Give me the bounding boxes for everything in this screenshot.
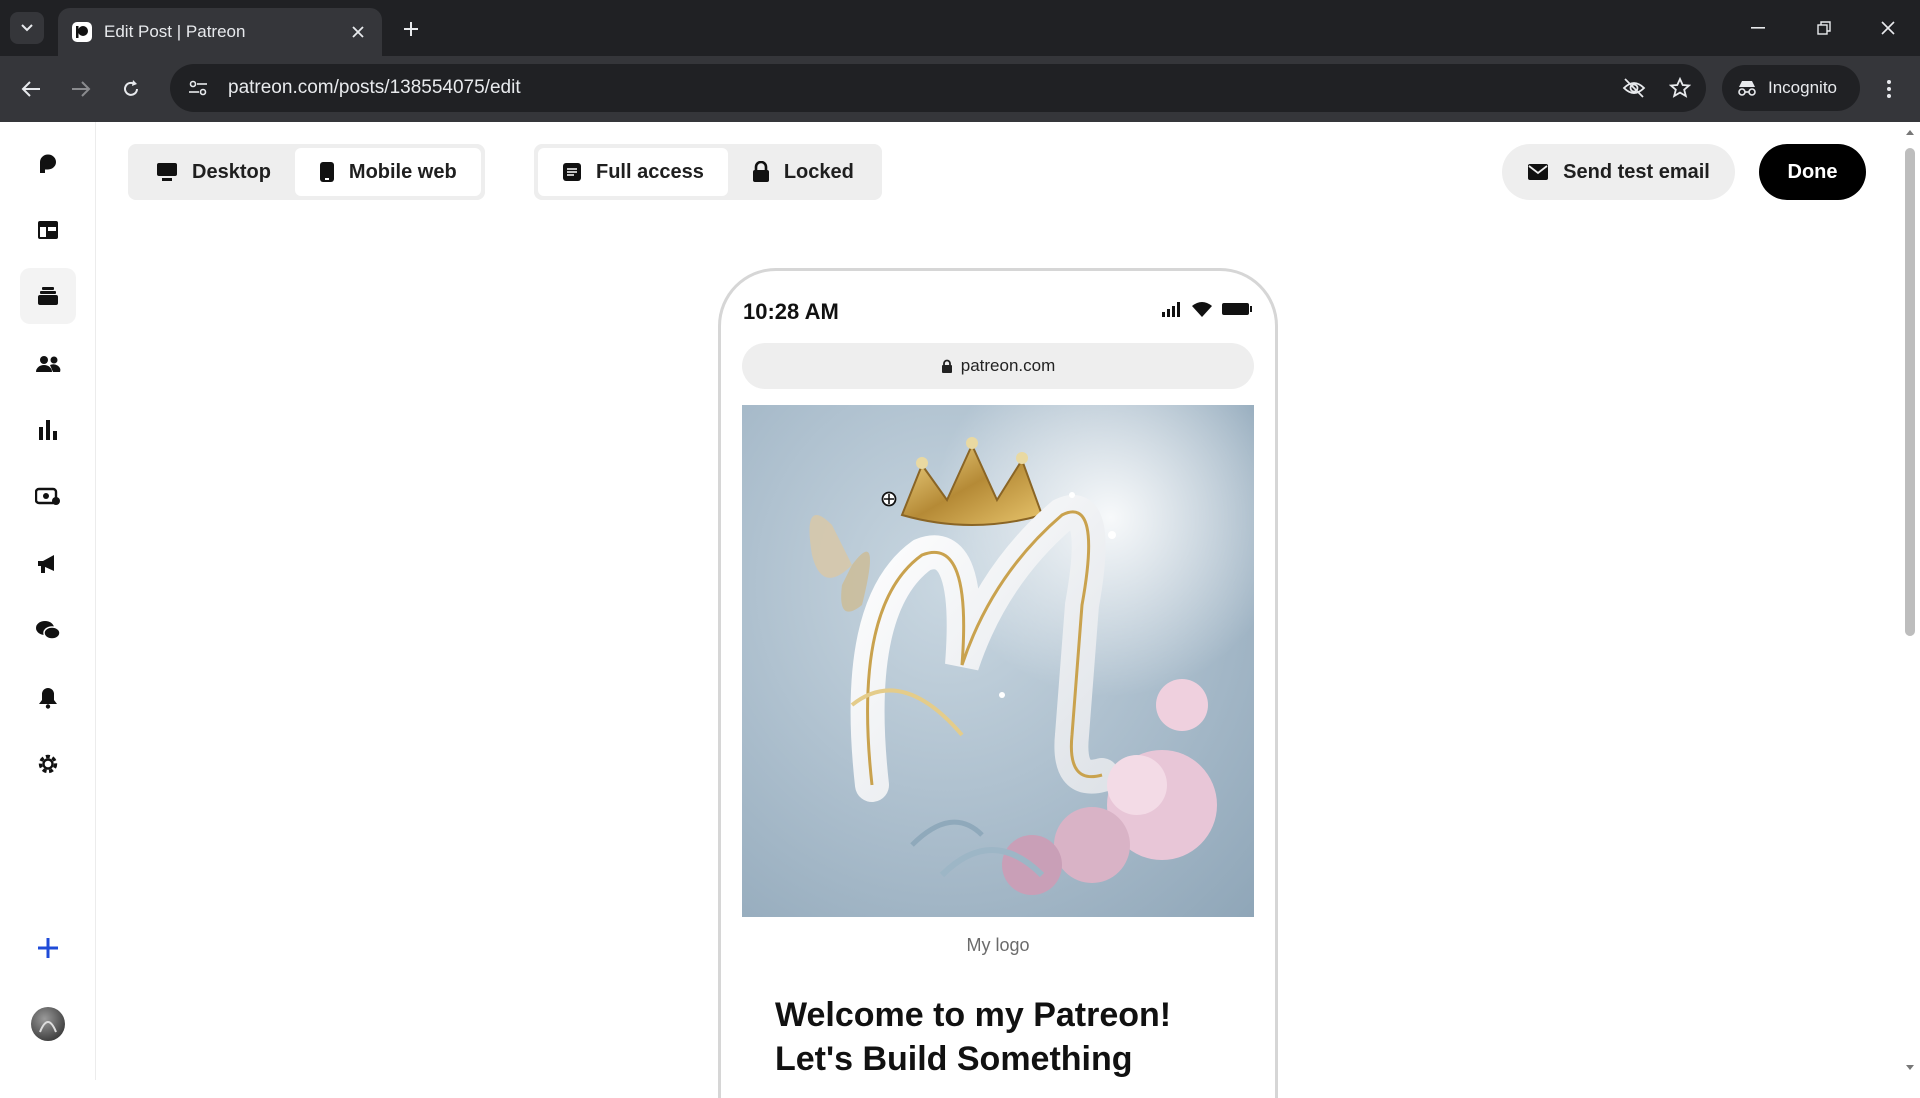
post-title-line-1: Welcome to my Patreon! [775,996,1172,1034]
close-window-icon[interactable] [1868,10,1908,46]
post-title: Welcome to my Patreon! Let's Build Somet… [775,993,1235,1081]
status-time: 10:28 AM [743,299,839,324]
access-mode-toggle: Full access Locked [534,144,882,200]
post-title-line-2: Let's Build Something [775,1040,1133,1078]
preview-domain: patreon.com [960,356,1056,375]
desktop-view-label: Desktop [192,160,271,183]
tab-search-button[interactable] [10,12,44,44]
mobile-web-view-button[interactable]: Mobile web [294,148,481,196]
patreon-favicon-icon [72,22,92,42]
send-test-email-label: Send test email [1563,160,1710,183]
lock-icon [752,161,770,183]
desktop-view-button[interactable]: Desktop [132,148,295,196]
mail-icon [1527,163,1549,181]
tab-title: Edit Post | Patreon [104,22,246,41]
locked-label: Locked [783,160,854,183]
battery-icon [1222,303,1252,315]
post-hero-image[interactable] [742,405,1254,917]
full-access-button[interactable]: Full access [538,148,728,196]
back-icon[interactable] [14,72,48,106]
library-icon[interactable] [20,268,76,324]
site-info-icon[interactable] [178,68,218,108]
incognito-badge[interactable]: Incognito [1722,65,1860,111]
forward-icon[interactable] [64,72,98,106]
send-test-email-button[interactable]: Send test email [1502,144,1735,200]
avatar[interactable] [20,996,76,1052]
browser-toolbar: patreon.com/posts/138554075/edit Incogni… [0,56,1920,122]
view-mode-toggle: Desktop Mobile web [128,144,485,200]
url-text[interactable]: patreon.com/posts/138554075/edit [228,77,1614,99]
phone-icon [319,161,335,183]
restore-icon[interactable] [1804,10,1844,46]
close-tab-icon[interactable] [348,22,368,42]
minimize-icon[interactable] [1738,10,1778,46]
insights-icon[interactable] [20,402,76,458]
patreon-logo-icon[interactable] [20,136,76,192]
page-scrollbar[interactable] [1900,122,1920,1080]
preview-url-bar: patreon.com [742,343,1254,389]
lock-icon [941,359,953,374]
scrollbar-thumb[interactable] [1905,148,1915,636]
status-icons [1161,301,1253,317]
document-icon [562,162,582,182]
incognito-label: Incognito [1768,78,1837,97]
image-caption: My logo [966,935,1030,955]
new-tab-icon[interactable] [396,14,426,44]
reload-icon[interactable] [114,72,148,106]
audience-icon[interactable] [20,336,76,392]
signal-icon [1162,302,1180,317]
more-menu-icon[interactable] [1872,72,1906,106]
chevron-down-icon [21,24,33,32]
promotions-icon[interactable] [20,536,76,592]
creator-sidebar [0,122,96,1080]
done-button[interactable]: Done [1759,144,1866,200]
notifications-icon[interactable] [20,670,76,726]
monitor-icon [156,162,178,182]
create-plus-icon[interactable] [20,920,76,976]
monogram-logo-image [742,405,1254,917]
mobile-preview-frame: 10:28 AM patreon.com My logo Welcome to … [718,268,1278,1098]
full-access-label: Full access [596,160,704,183]
wifi-icon [1192,302,1212,317]
move-cursor-icon [880,490,898,513]
scroll-up-icon [1906,130,1914,135]
incognito-icon [1738,81,1756,96]
chats-icon[interactable] [20,602,76,658]
dashboard-icon[interactable] [20,202,76,258]
scroll-down-icon [1906,1065,1914,1070]
payouts-icon[interactable] [20,468,76,524]
eye-off-icon[interactable] [1614,68,1654,108]
browser-tab-bar: Edit Post | Patreon [0,0,1920,56]
mobile-web-view-label: Mobile web [348,160,457,183]
browser-tab-active[interactable]: Edit Post | Patreon [58,8,382,56]
bookmark-star-icon[interactable] [1660,68,1700,108]
locked-button[interactable]: Locked [728,148,878,196]
settings-icon[interactable] [20,736,76,792]
address-bar[interactable]: patreon.com/posts/138554075/edit [170,64,1706,112]
